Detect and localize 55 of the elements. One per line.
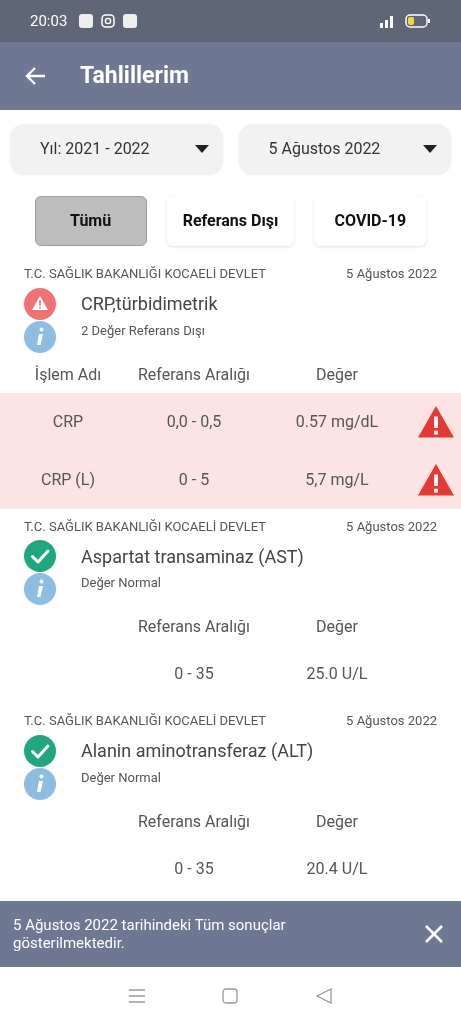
back-icon[interactable] [316,987,333,1004]
column-header: Değer [316,811,358,831]
result-summary: Değer Normal [81,574,161,593]
test-name: CRP,türbidimetrik [81,292,218,316]
warning-icon [416,404,455,439]
institution-name: T.C. SAĞLIK BAKANLIĞI KOCAELİ DEVLET [24,712,266,730]
menu-icon[interactable] [128,988,145,1003]
table-cell: 0 - 35 [174,858,214,878]
test-name: Aspartat transaminaz (AST) [81,544,304,569]
institution-name: T.C. SAĞLIK BAKANLIĞI KOCAELİ DEVLET [24,265,266,283]
check-icon [24,734,56,767]
table-cell: 0,0 - 0,5 [166,411,222,431]
column-header: Değer [316,617,358,636]
clock: 20:03 [30,10,68,32]
table-cell: 20.4 U/L [306,858,368,878]
dropdown-caret-icon [194,145,209,153]
info-icon [24,320,56,353]
filter-tab[interactable]: Referans Dışı [166,196,295,246]
app-notification-icon [79,14,94,28]
battery-icon [405,14,431,28]
close-icon[interactable] [425,925,443,943]
camera-icon [101,14,116,28]
dropdown-caret-icon [423,145,437,153]
page-title: Tahlillerim [80,60,189,91]
table-cell: 5,7 mg/L [305,469,369,489]
dropdown[interactable]: 5 Ağustos 2022 [238,124,451,174]
test-name: Alanin aminotransferaz (ALT) [81,739,314,763]
institution-name: T.C. SAĞLIK BAKANLIĞI KOCAELİ DEVLET [24,517,266,536]
result-summary: Değer Normal [81,768,161,787]
warning-icon [24,287,56,320]
column-header: Referans Aralığı [137,811,251,831]
result-date: 5 Ağustos 2022 [346,517,437,536]
app-notification-icon [123,14,138,28]
column-header: Değer [316,364,358,384]
table-cell: 0.57 mg/dL [295,411,379,431]
column-header: İşlem Adı [34,364,102,384]
home-icon[interactable] [222,987,239,1004]
column-header: Referans Aralığı [137,364,251,384]
snackbar-message: 5 Ağustos 2022 tarihindeki Tüm sonuçlar gösterilmektedir. [13,916,287,952]
filter-tab[interactable]: COVID-19 [314,196,427,246]
table-cell: 0 - 35 [174,664,214,683]
warning-icon [416,462,455,497]
result-date: 5 Ağustos 2022 [346,265,437,283]
table-cell: 0 - 5 [178,469,210,489]
result-summary: 2 Değer Referans Dışı [81,321,205,340]
result-date: 5 Ağustos 2022 [346,712,437,730]
table-cell: 25.0 U/L [306,664,368,683]
table-cell: CRP [52,411,84,431]
info-icon [24,767,56,800]
info-icon [24,573,56,605]
dropdown[interactable]: Yıl: 2021 - 2022 [10,124,223,174]
column-header: Referans Aralığı [137,617,251,636]
table-cell: CRP (L) [41,469,95,489]
filter-tab[interactable]: Tümü [34,196,147,246]
check-icon [24,540,56,572]
